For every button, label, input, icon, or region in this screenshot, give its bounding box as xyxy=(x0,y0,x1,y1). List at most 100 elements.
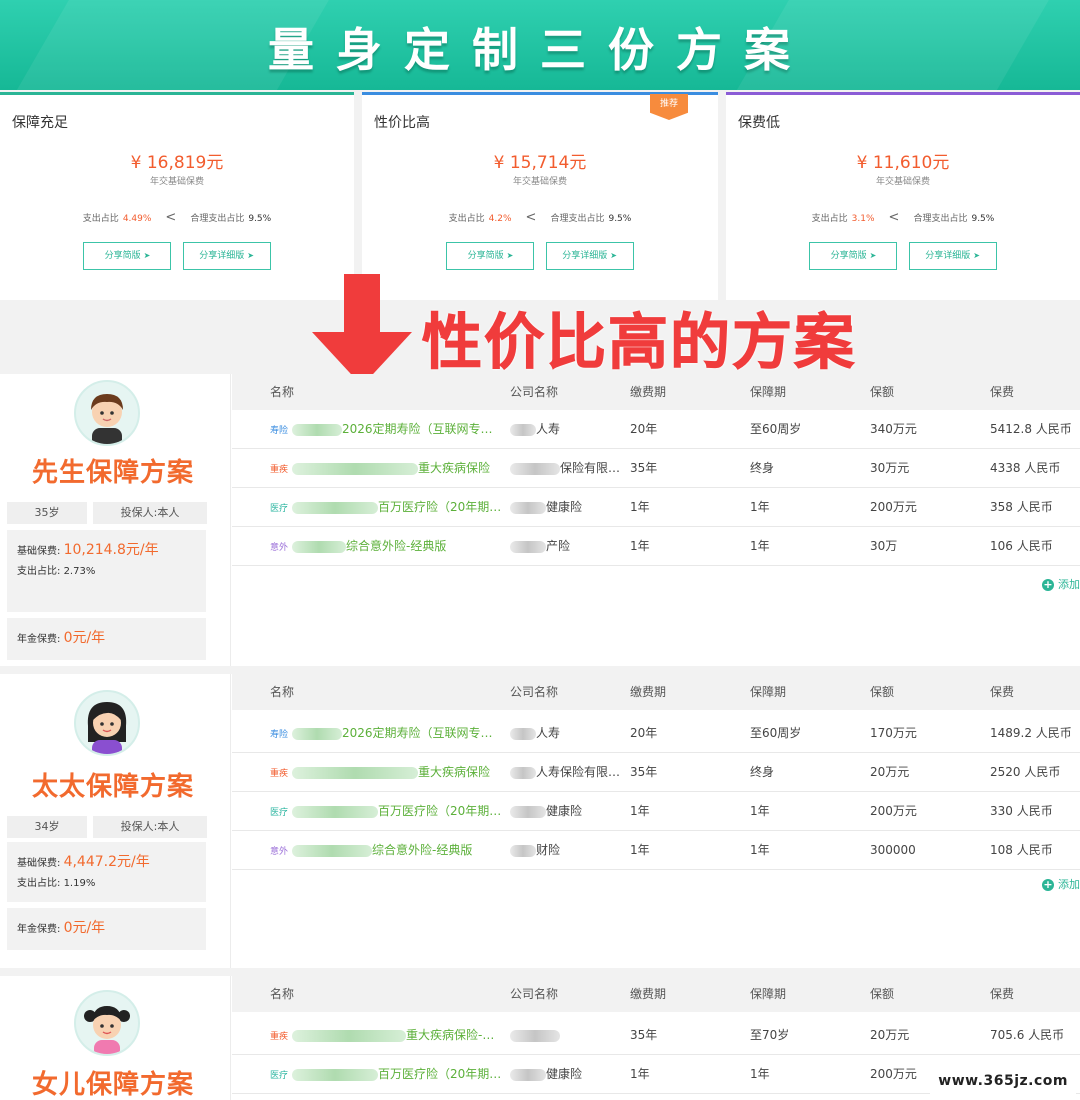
plan-ratio: 支出占比 4.2% < 合理支出占比 9.5% xyxy=(362,210,718,225)
plan-price-caption: 年交基础保费 xyxy=(149,177,204,187)
banner-title: 量身定制三份方案 xyxy=(268,23,812,77)
table-row[interactable]: 意外 综合意外险-经典版 财险 1年 1年 300000 108 人民币 xyxy=(232,831,1080,870)
type-tag: 医疗 xyxy=(270,504,289,514)
product-name[interactable]: 综合意外险-经典版 xyxy=(372,843,472,857)
term: 至60周岁 xyxy=(750,422,802,436)
plan-price: ¥ 15,714元 xyxy=(493,153,587,173)
header-premium: 保费 xyxy=(990,385,1015,399)
type-tag: 医疗 xyxy=(270,808,289,818)
header-premium: 保费 xyxy=(990,685,1015,699)
ratio-label: 支出占比: xyxy=(17,878,61,889)
share-detail-button[interactable]: 分享详细版 ➤ xyxy=(545,242,634,270)
product-name[interactable]: 百万医疗险（20年期… xyxy=(378,500,501,514)
redacted-company xyxy=(510,727,536,740)
section-gap xyxy=(0,968,1080,976)
header-term: 保障期 xyxy=(750,685,787,699)
base-premium-value: 4,447.2元/年 xyxy=(63,854,150,870)
insured-tag: 投保人:本人 xyxy=(93,816,207,838)
company-name: 产险 xyxy=(546,539,571,553)
header-term: 保障期 xyxy=(750,987,787,1001)
ratio-label: 支出占比: xyxy=(17,566,61,577)
header-pay-period: 缴费期 xyxy=(630,685,667,699)
premium: 1489.2 人民币 xyxy=(990,726,1072,740)
daughter-avatar xyxy=(74,990,140,1056)
share-simple-button[interactable]: 分享简版 ➤ xyxy=(446,242,535,270)
annuity-label: 年金保费: xyxy=(17,634,61,645)
plan-title: 保障充足 xyxy=(12,115,68,131)
send-icon: ➤ xyxy=(143,251,151,260)
product-name[interactable]: 百万医疗险（20年期… xyxy=(378,804,501,818)
plan-ratio: 支出占比 4.49% < 合理支出占比 9.5% xyxy=(0,210,354,225)
redacted-name xyxy=(292,844,373,857)
annuity-info: 年金保费: 0元/年 xyxy=(7,618,206,660)
plan-card-value[interactable]: 推荐 性价比高 ¥ 15,714元 年交基础保费 支出占比 4.2% < 合理支出占比… xyxy=(362,92,718,300)
plan-card-sufficient[interactable]: 保障充足 ¥ 16,819元 年交基础保费 支出占比 4.49% < 合理支出占比 9.… xyxy=(0,92,354,300)
less-than-sign: < xyxy=(525,210,537,225)
term: 1年 xyxy=(750,1067,770,1081)
amount: 20万元 xyxy=(870,1028,910,1042)
send-icon: ➤ xyxy=(973,251,980,260)
share-simple-button[interactable]: 分享简版 ➤ xyxy=(83,242,172,270)
redacted-name xyxy=(292,727,343,740)
header-company: 公司名称 xyxy=(510,987,559,1001)
plan-table: 名称 公司名称 缴费期 保障期 保额 保费 寿险 2026定期寿险（互联网专… 人… xyxy=(232,674,1080,891)
amount: 200万元 xyxy=(870,500,917,514)
term: 至60周岁 xyxy=(750,726,802,740)
send-icon: ➤ xyxy=(610,251,617,260)
plan-card-low-cost[interactable]: 保费低 ¥ 11,610元 年交基础保费 支出占比 3.1% < 合理支出占比 9.5%… xyxy=(726,92,1080,300)
divider xyxy=(230,374,231,666)
company-name: 健康险 xyxy=(546,500,583,514)
add-button[interactable]: + 添加 xyxy=(1042,576,1080,592)
product-name[interactable]: 重大疾病保险-… xyxy=(406,1028,494,1042)
product-name[interactable]: 百万医疗险（20年期… xyxy=(378,1067,501,1081)
annuity-value: 0元/年 xyxy=(63,630,106,646)
reasonable-ratio-value: 9.5% xyxy=(971,214,995,224)
share-detail-button[interactable]: 分享详细版 ➤ xyxy=(908,242,997,270)
annuity-info: 年金保费: 0元/年 xyxy=(7,908,206,950)
redacted-company xyxy=(510,501,546,514)
share-simple-button[interactable]: 分享简版 ➤ xyxy=(809,242,898,270)
type-tag: 重疾 xyxy=(270,769,289,779)
section-daughter: 女儿保障方案 名称 公司名称 缴费期 保障期 保额 保费 重疾 重大疾病保险-… … xyxy=(0,976,1080,1100)
reasonable-ratio-value: 9.5% xyxy=(248,214,272,224)
product-name[interactable]: 2026定期寿险（互联网专… xyxy=(342,726,493,740)
pay-period: 20年 xyxy=(630,726,658,740)
table-row[interactable]: 医疗 百万医疗险（20年期… 健康险 1年 1年 200万元 358 人民币 xyxy=(232,488,1080,527)
header-name: 名称 xyxy=(270,385,295,399)
reasonable-ratio-label: 合理支出占比 xyxy=(913,214,968,224)
table-row[interactable]: 重疾 重大疾病保险 人寿保险有限… 35年 终身 20万元 2520 人民币 xyxy=(232,753,1080,792)
table-row[interactable]: 重疾 重大疾病保险 保险有限… 35年 终身 30万元 4338 人民币 xyxy=(232,449,1080,488)
redacted-company xyxy=(510,844,536,857)
table-row[interactable]: 意外 综合意外险-经典版 产险 1年 1年 30万 106 人民币 xyxy=(232,527,1080,566)
company-name: 保险有限… xyxy=(560,461,621,475)
redacted-company xyxy=(510,805,546,818)
card-accent-line xyxy=(726,92,1080,95)
person-panel: 先生保障方案 35岁 投保人:本人 基础保费: 10,214.8元/年 支出占比… xyxy=(0,374,230,666)
product-name[interactable]: 2026定期寿险（互联网专… xyxy=(342,422,493,436)
amount: 30万 xyxy=(870,539,898,553)
plan-ratio: 支出占比 3.1% < 合理支出占比 9.5% xyxy=(726,210,1080,225)
add-label: 添加 xyxy=(1058,878,1080,891)
product-name[interactable]: 综合意外险-经典版 xyxy=(346,539,446,553)
pay-period: 1年 xyxy=(630,539,650,553)
share-detail-button[interactable]: 分享详细版 ➤ xyxy=(182,242,271,270)
table-row[interactable]: 寿险 2026定期寿险（互联网专… 人寿 20年 至60周岁 170万元 1489… xyxy=(232,714,1080,753)
product-name[interactable]: 重大疾病保险 xyxy=(418,461,490,475)
header-company: 公司名称 xyxy=(510,385,559,399)
ratio-label: 支出占比 xyxy=(82,214,119,224)
type-tag: 意外 xyxy=(270,543,289,553)
table-row[interactable]: 医疗 百万医疗险（20年期… 健康险 1年 1年 200万元 330 人民币 xyxy=(232,792,1080,831)
age-tag: 34岁 xyxy=(7,816,87,838)
term: 至70岁 xyxy=(750,1028,790,1042)
redacted-company xyxy=(510,423,536,436)
down-arrow-icon xyxy=(312,274,412,386)
table-row[interactable]: 寿险 2026定期寿险（互联网专… 人寿 20年 至60周岁 340万元 5412… xyxy=(232,410,1080,449)
section-gap xyxy=(0,666,1080,674)
plan-title: 保费低 xyxy=(738,115,780,131)
redacted-company xyxy=(510,540,546,553)
add-button[interactable]: + 添加 xyxy=(1042,876,1080,892)
annuity-label: 年金保费: xyxy=(17,924,61,935)
ratio-label: 支出占比 xyxy=(811,214,848,224)
table-row[interactable]: 重疾 重大疾病保险-… 35年 至70岁 20万元 705.6 人民币 xyxy=(232,1016,1080,1055)
product-name[interactable]: 重大疾病保险 xyxy=(418,765,490,779)
